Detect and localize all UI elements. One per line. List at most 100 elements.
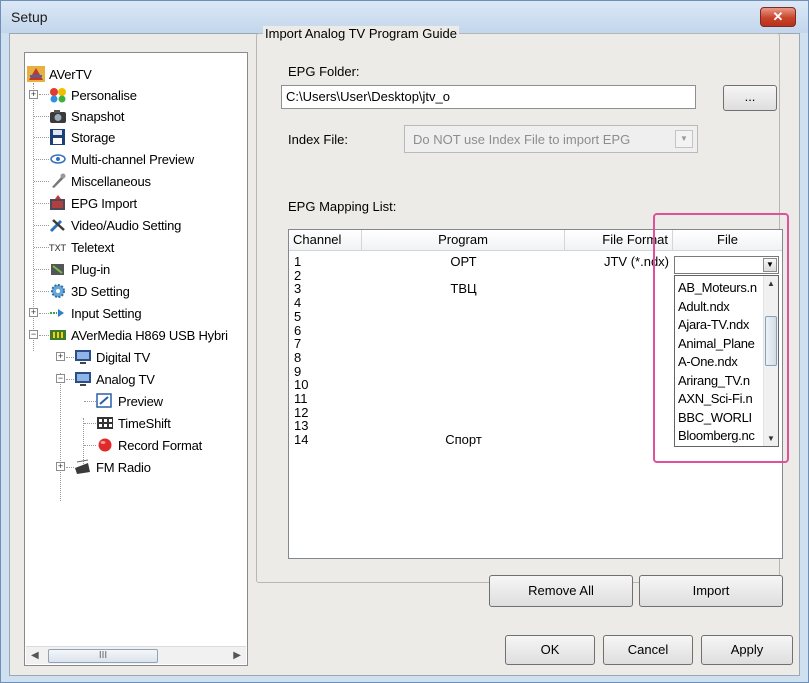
mapping-list-label: EPG Mapping List: [288, 199, 397, 214]
tree-item-label: Preview [118, 393, 163, 409]
tree-line [34, 291, 49, 292]
tree-line [34, 181, 49, 182]
tree-item-label: TimeShift [118, 415, 171, 431]
preview-icon [96, 393, 114, 409]
cell-channel: 3 [294, 281, 302, 297]
expand-toggle-input-setting[interactable]: + [29, 308, 38, 317]
tree-item-label: EPG Import [71, 195, 137, 211]
cell-channel: 8 [294, 349, 302, 365]
tree-line [39, 94, 49, 95]
collapse-toggle-analog-tv[interactable]: − [56, 374, 65, 383]
tree-item-record-format[interactable]: Record Format [96, 434, 202, 456]
expand-toggle-fm-radio[interactable]: + [56, 462, 65, 471]
collapse-toggle-avermedia[interactable]: − [29, 330, 38, 339]
column-header-program[interactable]: Program [362, 230, 565, 251]
cell-channel: 10 [294, 377, 309, 393]
tree-item-digital-tv[interactable]: Digital TV [74, 346, 150, 368]
tree-line [66, 379, 74, 380]
setup-window: Setup ✕ AVerTV + Personalise Snapshot St… [0, 0, 809, 683]
wrench-icon [49, 217, 67, 233]
tree-item-label: 3D Setting [71, 283, 130, 299]
tree-line [34, 137, 49, 138]
group-title: Import Analog TV Program Guide [263, 26, 459, 41]
epg-folder-field[interactable]: C:\Users\User\Desktop\jtv_o [281, 85, 696, 109]
cell-channel: 7 [294, 336, 302, 352]
tree-line [34, 269, 49, 270]
apply-button[interactable]: Apply [701, 635, 793, 665]
index-file-select[interactable]: Do NOT use Index File to import EPG ▼ [404, 125, 698, 153]
cell-channel: 11 [294, 391, 308, 406]
plug-in-icon [49, 261, 67, 277]
tree-line [84, 445, 96, 446]
highlight-box [653, 213, 789, 463]
tree-horizontal-scrollbar[interactable]: ◀ III ▶ [26, 646, 246, 664]
tree-line [34, 225, 49, 226]
window-title: Setup [11, 9, 48, 25]
gear-icon [49, 283, 67, 299]
close-button[interactable]: ✕ [760, 7, 796, 27]
cell-channel: 6 [294, 322, 302, 338]
tree-line [66, 467, 74, 468]
tree-item-label: Record Format [118, 437, 203, 453]
tree-line [39, 313, 49, 314]
epg-import-icon [49, 195, 67, 211]
cancel-button[interactable]: Cancel [603, 635, 693, 665]
tree-item-epg-import[interactable]: EPG Import [49, 192, 137, 214]
tv-tuner-icon [49, 327, 67, 343]
tree-item-fm-radio[interactable]: FM Radio [74, 456, 151, 478]
film-icon [96, 415, 114, 431]
scroll-left-icon[interactable]: ◀ [31, 650, 39, 661]
index-file-label: Index File: [288, 132, 348, 147]
tree-item-teletext[interactable]: TXT Teletext [48, 236, 114, 258]
svg-text:TXT: TXT [49, 244, 67, 254]
tree-item-3d-setting[interactable]: 3D Setting [49, 280, 130, 302]
cell-channel: 12 [294, 404, 309, 420]
expand-toggle-personalise[interactable]: + [29, 90, 38, 99]
tree-item-avertv[interactable]: AVerTV [27, 63, 92, 85]
tree-item-video-audio-setting[interactable]: Video/Audio Setting [49, 214, 181, 236]
tree-line [34, 116, 49, 117]
cell-program: ТВЦ [450, 281, 477, 297]
tree-item-preview[interactable]: Preview [96, 390, 163, 412]
scroll-thumb[interactable]: III [48, 649, 158, 663]
settings-tree[interactable]: AVerTV + Personalise Snapshot Storage Mu… [24, 52, 248, 666]
radio-icon [74, 459, 92, 475]
column-header-channel[interactable]: Channel [289, 230, 362, 251]
ok-button[interactable]: OK [505, 635, 595, 665]
avertv-logo-icon [27, 66, 45, 82]
cell-channel: 13 [294, 418, 309, 434]
tree-item-label: Multi-channel Preview [71, 151, 194, 167]
browse-button[interactable]: ... [723, 85, 777, 111]
tree-item-personalise[interactable]: Personalise [49, 84, 137, 106]
tree-line [34, 159, 49, 160]
cell-channel: 14 [294, 432, 309, 448]
tree-item-input-setting[interactable]: Input Setting [49, 302, 142, 324]
camera-icon [49, 108, 67, 124]
input-icon [49, 305, 67, 321]
tree-item-label: Miscellaneous [71, 173, 151, 189]
tree-line [60, 373, 61, 501]
tree-item-timeshift[interactable]: TimeShift [96, 412, 171, 434]
scroll-right-icon[interactable]: ▶ [233, 650, 241, 661]
tree-line [66, 357, 74, 358]
tree-item-snapshot[interactable]: Snapshot [49, 105, 125, 127]
record-icon [96, 437, 114, 453]
cell-channel: 1 [294, 254, 302, 269]
tree-item-avermedia-h869[interactable]: AVerMedia H869 USB Hybri [49, 324, 228, 346]
tree-item-analog-tv[interactable]: Analog TV [74, 368, 155, 390]
monitor-icon [74, 349, 92, 365]
tree-item-storage[interactable]: Storage [49, 126, 115, 148]
tree-item-label: Video/Audio Setting [71, 217, 182, 233]
teletext-icon: TXT [48, 239, 67, 255]
tree-item-plug-in[interactable]: Plug-in [49, 258, 110, 280]
tree-item-label: Input Setting [71, 305, 142, 321]
tree-item-label: Digital TV [96, 349, 151, 365]
expand-toggle-digital-tv[interactable]: + [56, 352, 65, 361]
tree-item-multi-channel-preview[interactable]: Multi-channel Preview [49, 148, 194, 170]
remove-all-button[interactable]: Remove All [489, 575, 633, 607]
tree-item-label: AVerTV [49, 66, 92, 82]
import-button[interactable]: Import [639, 575, 783, 607]
tree-item-miscellaneous[interactable]: Miscellaneous [49, 170, 151, 192]
cell-channel: 5 [294, 308, 302, 324]
chevron-down-icon: ▼ [675, 130, 693, 148]
